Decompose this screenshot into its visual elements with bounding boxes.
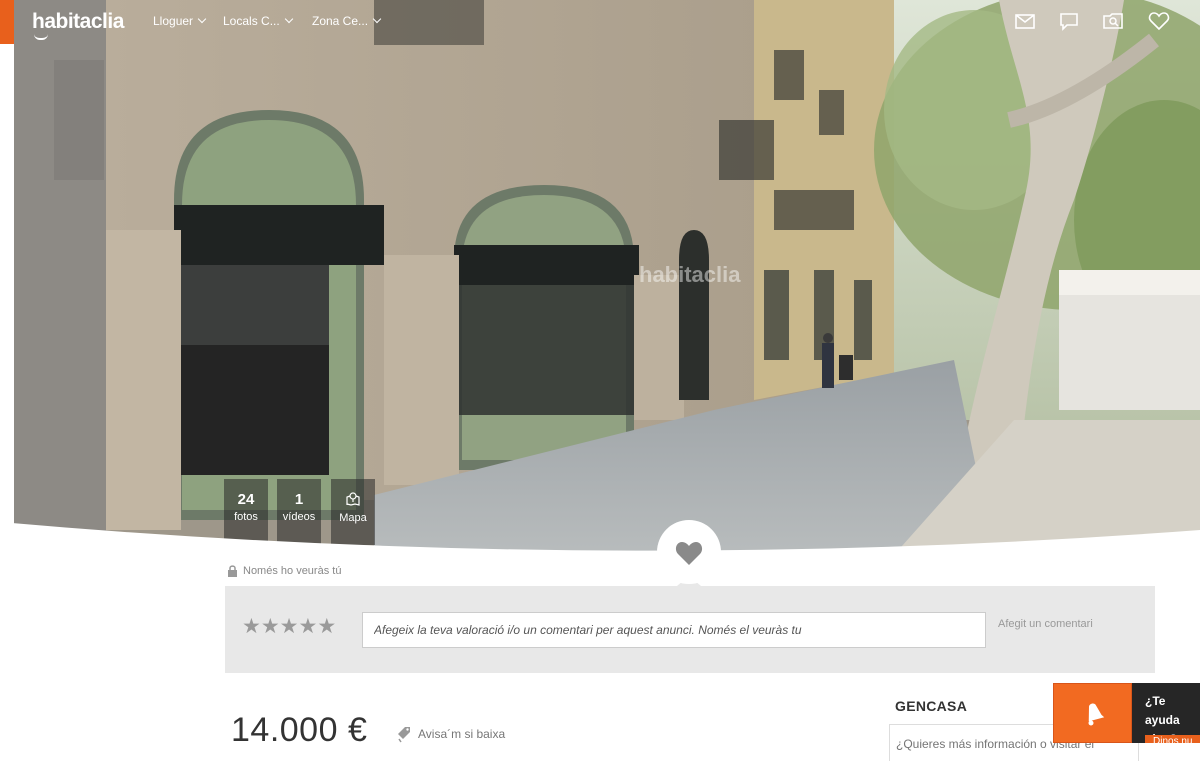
site-header: habitaclia Lloguer Locals C... Zona Ce..…	[14, 0, 1200, 44]
lock-icon	[228, 565, 237, 577]
habitaclia-logo[interactable]: habitaclia	[32, 10, 124, 40]
help-widget-text[interactable]: ¿Te ayuda piso? Dinos nu	[1132, 683, 1200, 743]
add-comment-button[interactable]: Afegit un comentari	[998, 618, 1093, 630]
saved-search-icon[interactable]	[1102, 11, 1124, 31]
agency-name: GENCASA	[895, 698, 968, 714]
heart-icon	[675, 542, 703, 565]
star-rating[interactable]: ★ ★ ★ ★ ★	[242, 616, 336, 637]
chevron-down-icon	[284, 14, 293, 24]
star-icon[interactable]: ★	[280, 616, 299, 637]
help-widget[interactable]: ¿Te ayuda piso? Dinos nu	[1053, 683, 1200, 743]
favorites-heart-icon[interactable]	[1148, 11, 1170, 31]
nav-zone-dropdown[interactable]: Zona Ce...	[312, 14, 382, 28]
help-widget-icon-box[interactable]	[1053, 683, 1132, 743]
help-widget-line1: ¿Te ayuda	[1145, 694, 1180, 727]
star-icon[interactable]: ★	[242, 616, 261, 637]
nav-property-type-dropdown[interactable]: Locals C...	[223, 14, 293, 28]
star-icon[interactable]: ★	[317, 616, 336, 637]
photo-watermark: habitaclia	[639, 262, 741, 287]
logo-text: habitaclia	[32, 10, 124, 33]
star-icon[interactable]: ★	[261, 616, 280, 637]
comment-input[interactable]	[362, 612, 986, 648]
private-note: Només ho veuràs tú	[227, 564, 341, 578]
private-note-text: Només ho veuràs tú	[243, 565, 342, 577]
star-icon[interactable]: ★	[298, 616, 317, 637]
listing-price: 14.000 €	[231, 711, 368, 749]
chevron-down-icon	[372, 14, 382, 24]
nav-operation-label: Lloguer	[153, 14, 194, 28]
brand-strip	[0, 0, 14, 44]
review-panel: ★ ★ ★ ★ ★ Afegit un comentari	[225, 576, 1155, 673]
favorite-button[interactable]	[657, 520, 721, 584]
bell-icon	[1088, 703, 1105, 726]
mail-icon[interactable]	[1014, 11, 1036, 31]
price-alert-label: Avisa´m si baixa	[418, 727, 506, 741]
hero-photo[interactable]: habitaclia	[14, 0, 1200, 555]
price-alert-button[interactable]: Avisa´m si baixa	[396, 725, 505, 743]
help-widget-cta-button[interactable]: Dinos nu	[1145, 735, 1200, 743]
left-margin	[0, 0, 14, 761]
nav-property-type-label: Locals C...	[223, 14, 280, 28]
nav-operation-dropdown[interactable]: Lloguer	[153, 14, 207, 28]
logo-smile-icon	[34, 34, 48, 40]
chat-icon[interactable]	[1058, 11, 1080, 31]
nav-zone-label: Zona Ce...	[312, 14, 369, 28]
price-tag-icon	[398, 727, 410, 743]
hero-bottom-curve	[0, 522, 1200, 570]
chevron-down-icon	[197, 14, 207, 24]
hero-photo-illustration: habitaclia	[14, 0, 1200, 555]
